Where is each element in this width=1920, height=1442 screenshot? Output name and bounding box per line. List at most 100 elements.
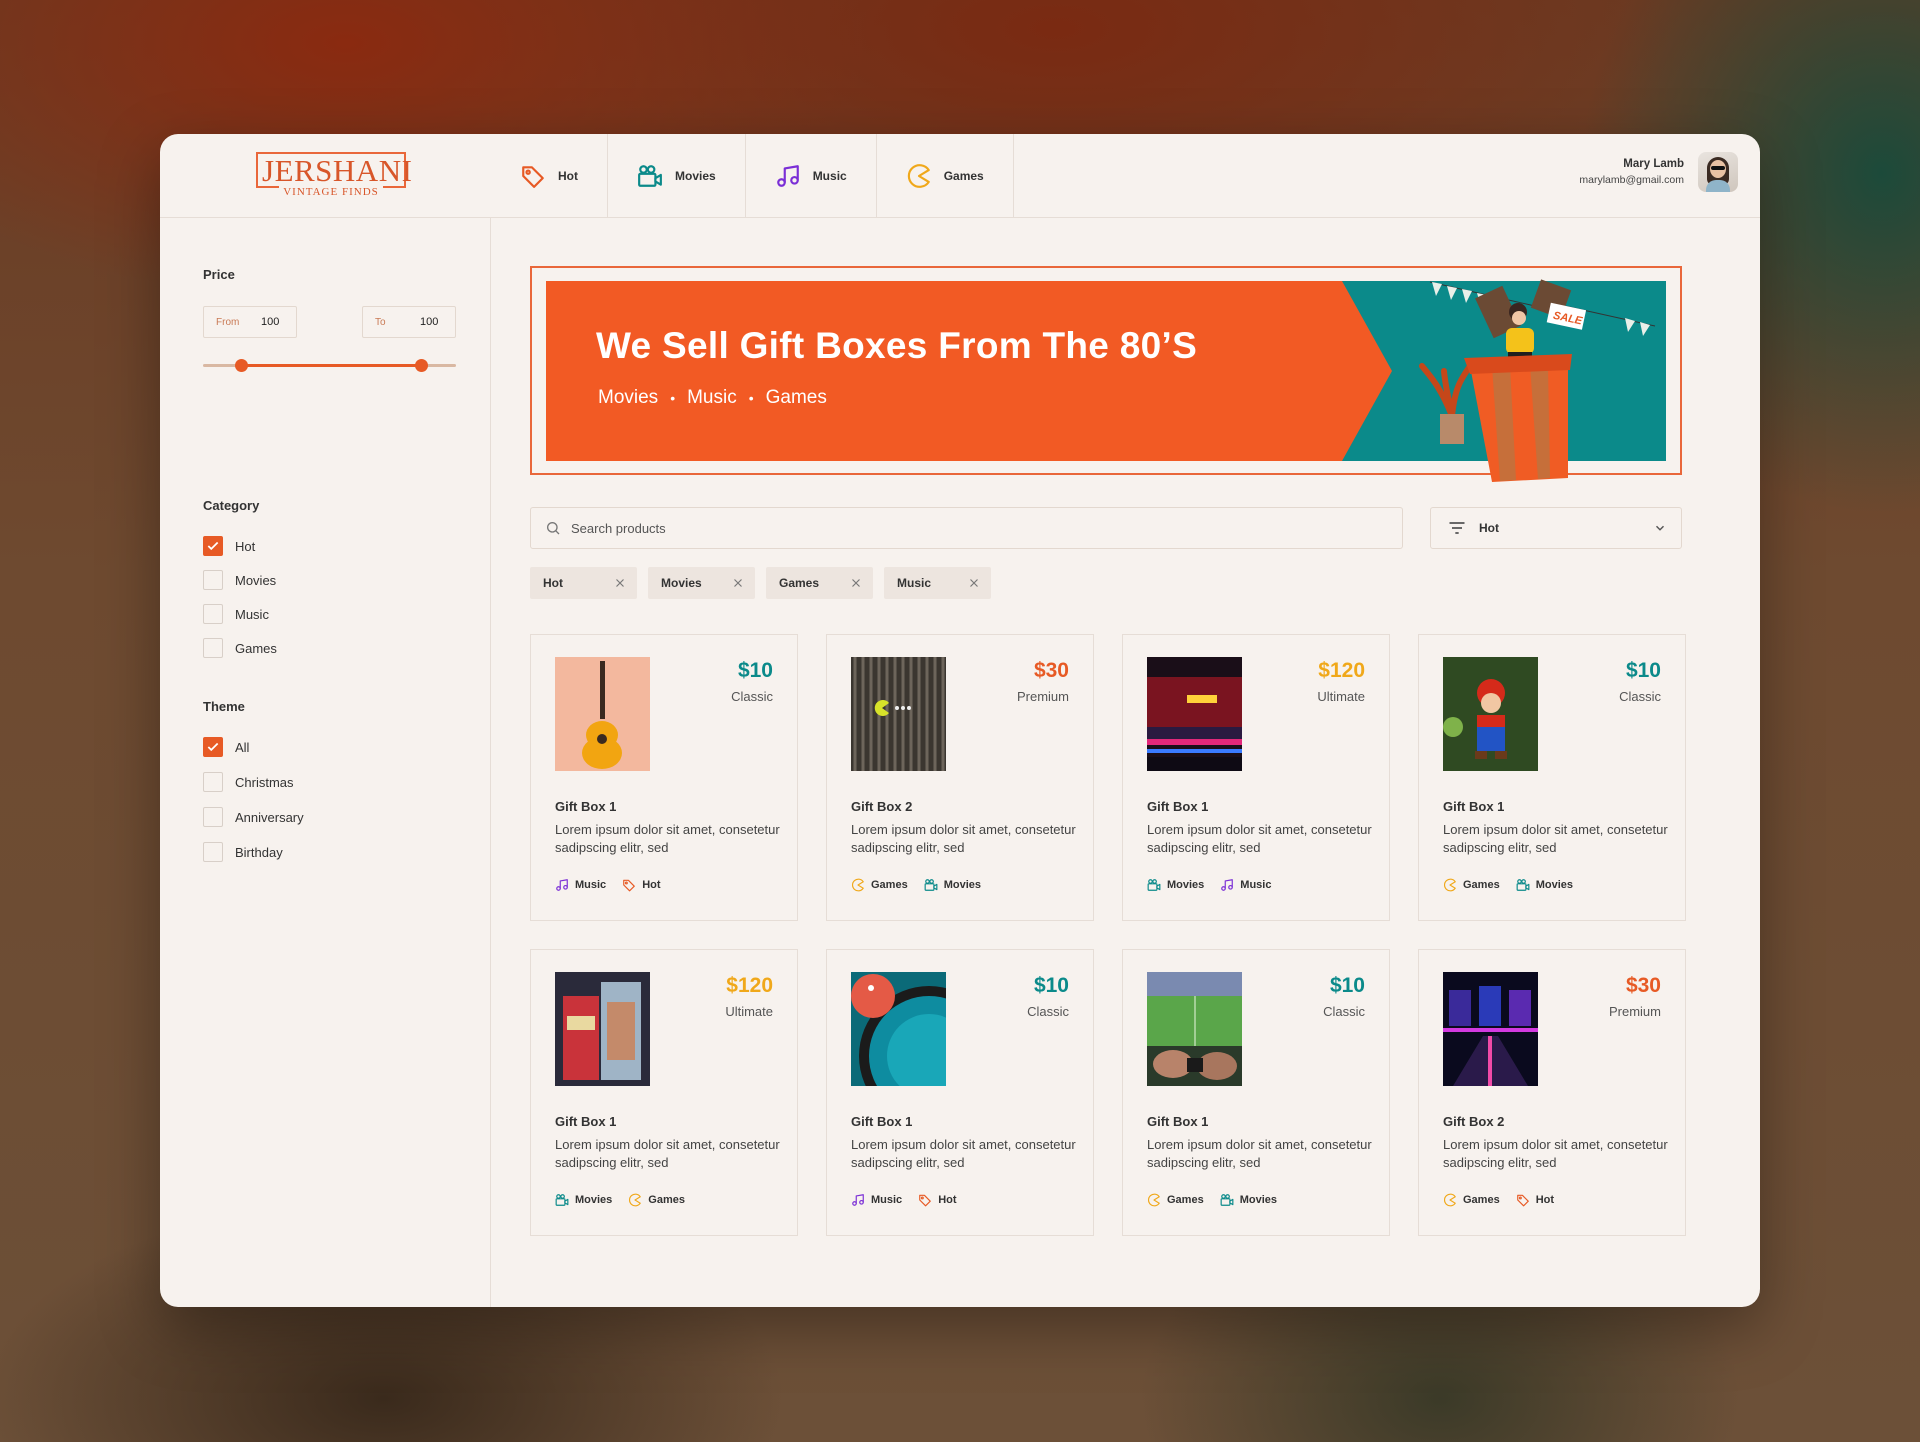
theme-option-all[interactable]: All (203, 737, 249, 757)
sort-dropdown[interactable]: Hot (1430, 507, 1682, 549)
camera-icon (555, 1194, 569, 1206)
product-image[interactable] (1443, 972, 1538, 1086)
product-image[interactable] (1443, 657, 1538, 771)
product-card[interactable]: $120 Ultimate Gift Box 1 Lorem ipsum dolor … (530, 949, 798, 1236)
product-description: Lorem ipsum dolor sit amet, consetetur s… (851, 822, 1076, 855)
product-name: Gift Box 2 (851, 799, 913, 814)
close-icon[interactable] (967, 576, 981, 590)
filter-sidebar: Price From 100 To 100 Category Hot Movie… (160, 218, 491, 1307)
close-icon[interactable] (613, 576, 627, 590)
chip-label: Games (779, 576, 820, 590)
nav-item-music[interactable]: Music (746, 134, 877, 218)
camera-icon (638, 165, 662, 187)
music-note-icon (852, 1194, 864, 1206)
checkbox-unchecked[interactable] (203, 772, 223, 792)
filter-chip: Hot (530, 567, 637, 599)
product-image[interactable] (1147, 657, 1242, 771)
product-tag-label: Hot (938, 1194, 957, 1206)
checkbox-unchecked[interactable] (203, 604, 223, 624)
product-tag[interactable]: Music (555, 878, 606, 892)
close-icon[interactable] (849, 576, 863, 590)
price-from-field[interactable]: From 100 (203, 306, 297, 338)
product-card[interactable]: $10 Classic Gift Box 1 Lorem ipsum dolor si… (1418, 634, 1686, 921)
banner-category: Games (765, 387, 827, 408)
product-tag[interactable]: Movies (924, 878, 981, 892)
close-icon[interactable] (731, 576, 745, 590)
product-tag[interactable]: Games (1147, 1193, 1204, 1207)
product-card[interactable]: $10 Classic Gift Box 1 Lorem ipsum dolor si… (530, 634, 798, 921)
product-image[interactable] (555, 972, 650, 1086)
product-tag[interactable]: Games (1443, 878, 1500, 892)
checkbox-unchecked[interactable] (203, 807, 223, 827)
nav-item-games[interactable]: Games (877, 134, 1014, 218)
product-card[interactable]: $10 Classic Gift Box 1 Lorem ipsum dolor si… (826, 949, 1094, 1236)
product-image[interactable] (555, 657, 650, 771)
product-image[interactable] (851, 972, 946, 1086)
theme-option-anniversary[interactable]: Anniversary (203, 807, 304, 827)
nav-label-games: Games (943, 169, 984, 183)
price-range-slider[interactable] (203, 358, 456, 372)
pacman-icon (852, 878, 864, 892)
product-tag[interactable]: Movies (1220, 1193, 1277, 1207)
product-tag-label: Games (1463, 1194, 1500, 1206)
product-tag[interactable]: Hot (622, 878, 661, 892)
sort-selected-value: Hot (1479, 521, 1499, 535)
checkbox-checked[interactable] (203, 737, 223, 757)
checkbox-unchecked[interactable] (203, 570, 223, 590)
slider-min-handle[interactable] (234, 359, 248, 372)
category-option-hot[interactable]: Hot (203, 536, 255, 556)
product-card[interactable]: $30 Premium Gift Box 2 Lorem ipsum dolor si… (1418, 949, 1686, 1236)
brand-logo[interactable]: JERSHANI VINTAGE FINDS (256, 152, 412, 198)
nav-item-movies[interactable]: Movies (608, 134, 746, 218)
product-card[interactable]: $120 Ultimate Gift Box 1 Lorem ipsum dolor … (1122, 634, 1390, 921)
checkbox-unchecked[interactable] (203, 842, 223, 862)
theme-filter-title: Theme (203, 699, 245, 714)
theme-option-christmas[interactable]: Christmas (203, 772, 294, 792)
tag-icon (1516, 1194, 1529, 1207)
price-to-label: To (375, 316, 386, 328)
category-option-music[interactable]: Music (203, 604, 269, 624)
product-tag[interactable]: Hot (918, 1193, 957, 1207)
product-tag[interactable]: Games (628, 1193, 685, 1207)
category-option-games[interactable]: Games (203, 638, 277, 658)
nav-item-hot[interactable]: Hot (491, 134, 608, 218)
product-tag[interactable]: Music (1220, 878, 1271, 892)
product-name: Gift Box 1 (555, 1114, 617, 1129)
separator-dot: • (748, 390, 754, 406)
product-tag[interactable]: Movies (1147, 878, 1204, 892)
product-tag-label: Games (871, 879, 908, 891)
product-price: $30 (1625, 974, 1661, 997)
filter-chip: Games (766, 567, 873, 599)
slider-max-handle[interactable] (414, 359, 428, 372)
theme-option-birthday[interactable]: Birthday (203, 842, 283, 862)
product-tag[interactable]: Games (1443, 1193, 1500, 1207)
product-image[interactable] (1147, 972, 1242, 1086)
product-tier: Premium (1608, 1004, 1661, 1019)
product-tag[interactable]: Movies (1516, 878, 1573, 892)
product-tag[interactable]: Hot (1516, 1193, 1554, 1207)
banner-category: Movies (598, 387, 659, 408)
pacman-icon (907, 164, 930, 188)
product-name: Gift Box 2 (1443, 1114, 1505, 1129)
avatar[interactable] (1698, 152, 1738, 192)
product-tag[interactable]: Movies (555, 1193, 612, 1207)
product-description: Lorem ipsum dolor sit amet, consetetur s… (1443, 1137, 1668, 1170)
product-image[interactable] (851, 657, 946, 771)
product-price: $10 (1329, 974, 1365, 997)
checkbox-unchecked[interactable] (203, 638, 223, 658)
product-tag[interactable]: Games (851, 878, 908, 892)
product-description: Lorem ipsum dolor sit amet, consetetur s… (1147, 822, 1372, 855)
user-profile[interactable]: Mary Lamb marylamb@gmail.com (1579, 152, 1738, 192)
search-input[interactable]: Search products (530, 507, 1403, 549)
filter-chip: Music (884, 567, 991, 599)
product-card[interactable]: $10 Classic Gift Box 1 Lorem ipsum dolor si… (1122, 949, 1390, 1236)
product-tag[interactable]: Music (851, 1193, 902, 1207)
product-card[interactable]: $30 Premium Gift Box 2 Lorem ipsum dolor si… (826, 634, 1094, 921)
product-tier: Classic (731, 689, 773, 704)
brand-name: JERSHANI (262, 153, 413, 188)
category-option-movies[interactable]: Movies (203, 570, 276, 590)
price-to-field[interactable]: To 100 (362, 306, 456, 338)
gift-box-illustration: SALE (1419, 279, 1656, 482)
checkbox-checked[interactable] (203, 536, 223, 556)
product-tag-label: Movies (943, 879, 981, 891)
